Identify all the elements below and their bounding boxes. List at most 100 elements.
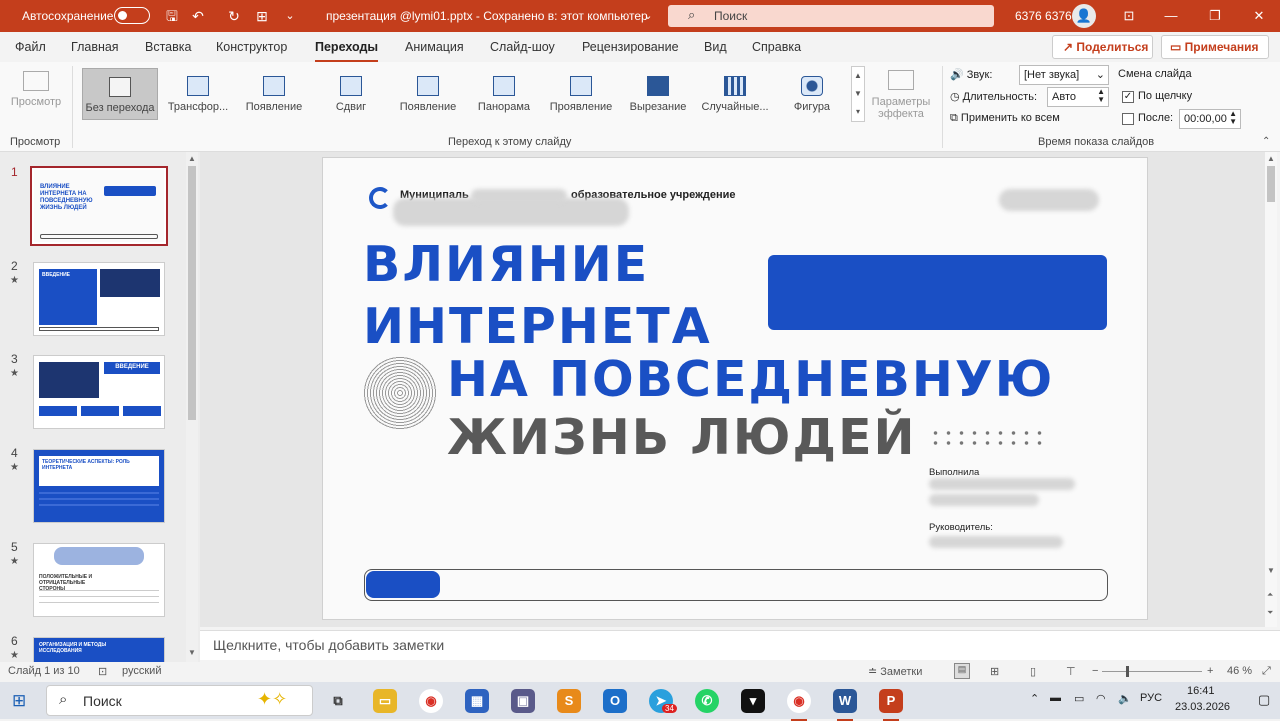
scroll-down-icon[interactable]: ▼ <box>1267 566 1275 575</box>
current-slide[interactable]: Муниципаль образовательное учреждение ВЛ… <box>322 157 1148 620</box>
outlook-icon[interactable]: O <box>603 689 627 713</box>
slide-thumbnail-2[interactable]: ВВЕДЕНИЕ <box>33 262 165 336</box>
undo-icon[interactable]: ↶ <box>188 6 208 26</box>
transition-random-bars[interactable]: Случайные... <box>697 68 773 120</box>
gallery-scrollbar[interactable]: ▲ ▼ ▾ <box>851 66 865 122</box>
word-icon[interactable]: W <box>833 689 857 721</box>
tab-review[interactable]: Рецензирование <box>582 40 679 54</box>
accessibility-icon[interactable]: ⊡ <box>98 665 107 678</box>
thumbnails-scrollbar[interactable]: ▲ ▼ <box>186 152 198 662</box>
transition-pan[interactable]: Панорама <box>466 68 542 120</box>
speaker-notes-field[interactable]: Щелкните, чтобы добавить заметки <box>200 630 1280 660</box>
transition-reveal[interactable]: Проявление <box>543 68 619 120</box>
on-click-checkbox[interactable]: ✓ <box>1122 91 1134 103</box>
chrome-profile-icon[interactable]: ◉ <box>787 689 811 721</box>
tab-insert[interactable]: Вставка <box>145 40 191 54</box>
tab-help[interactable]: Справка <box>752 40 801 54</box>
zoom-slider[interactable] <box>1102 671 1202 672</box>
sound-dropdown[interactable]: [Нет звука] ⌄ <box>1019 65 1109 85</box>
slide-thumbnail-1[interactable]: ВЛИЯНИЕ ИНТЕРНЕТА НА ПОВСЕДНЕВНУЮ ЖИЗНЬ … <box>30 166 168 246</box>
input-language[interactable]: РУС <box>1140 692 1162 704</box>
whatsapp-icon[interactable]: ✆ <box>695 689 719 713</box>
transition-shape[interactable]: Фигура <box>774 68 850 120</box>
slide-thumbnail-5[interactable]: ПОЛОЖИТЕЛЬНЫЕ И ОТРИЦАТЕЛЬНЫЕ СТОРОНЫ <box>33 543 165 617</box>
redo-icon[interactable]: ↻ <box>224 6 244 26</box>
scroll-up-icon[interactable]: ▲ <box>188 154 196 163</box>
tab-slideshow[interactable]: Слайд-шоу <box>490 40 555 54</box>
language-indicator[interactable]: русский <box>122 665 161 677</box>
autosave-toggle[interactable] <box>114 7 150 24</box>
user-name[interactable]: 6376 6376 <box>1015 9 1072 23</box>
effect-options-button[interactable]: Параметры эффекта <box>868 68 934 120</box>
zoom-slider-thumb[interactable] <box>1126 666 1129 677</box>
close-button[interactable]: ✕ <box>1248 6 1270 26</box>
scroll-thumb[interactable] <box>1267 166 1275 202</box>
duration-field[interactable]: Авто ▲ ▼ <box>1047 87 1109 107</box>
slide-sorter-icon[interactable]: ⊞ <box>990 665 999 678</box>
tab-design[interactable]: Конструктор <box>216 40 287 54</box>
next-slide-icon[interactable]: ⏷ <box>1267 608 1273 618</box>
tray-arrow-icon[interactable]: ⌃ <box>1030 692 1039 705</box>
collapse-ribbon-icon[interactable]: ⌃ <box>1262 136 1270 147</box>
after-checkbox[interactable] <box>1122 113 1134 125</box>
chrome-icon[interactable]: ◉ <box>419 689 443 713</box>
slide-thumbnail-3[interactable]: ВВЕДЕНИЕ <box>33 355 165 429</box>
minimize-button[interactable]: — <box>1160 6 1182 26</box>
scroll-up-icon[interactable]: ▲ <box>1267 154 1275 163</box>
app-icon[interactable]: ▾ <box>741 689 765 713</box>
maximize-button[interactable]: ❐ <box>1204 6 1226 26</box>
previous-slide-icon[interactable]: ⏶ <box>1267 590 1273 600</box>
clock-time[interactable]: 16:41 <box>1187 685 1215 697</box>
chevron-down-icon[interactable]: ⌄ <box>638 6 658 26</box>
taskbar-search[interactable]: ⌕ Поиск ✦✧ <box>46 685 313 716</box>
share-button[interactable]: ↗ Поделиться <box>1052 35 1153 59</box>
slideshow-icon[interactable]: ⊤ <box>1066 665 1076 678</box>
preview-button[interactable]: Просмотр <box>10 68 62 108</box>
normal-view-icon[interactable]: ▤ <box>954 663 970 679</box>
reading-view-icon[interactable]: ▯ <box>1030 665 1036 678</box>
sublime-icon[interactable]: S <box>557 689 581 713</box>
file-explorer-icon[interactable]: ▭ <box>373 689 397 713</box>
notes-toggle[interactable]: ≐ Заметки <box>868 665 922 678</box>
fit-slide-icon[interactable]: ⤢ <box>1262 665 1271 678</box>
tab-home[interactable]: Главная <box>71 40 119 54</box>
task-view-icon[interactable]: ⧉ <box>326 689 350 713</box>
app-icon[interactable]: ▣ <box>511 689 535 713</box>
save-icon[interactable]: 🖫 <box>162 6 182 26</box>
customize-icon[interactable]: ⌄ <box>280 6 300 26</box>
canvas-scrollbar[interactable]: ▲ ▼ ⏶ ⏷ <box>1265 152 1277 627</box>
transition-morph[interactable]: Трансфор... <box>160 68 236 120</box>
search-box[interactable]: ⌕ Поиск <box>668 5 994 27</box>
present-icon[interactable]: ⊞ <box>252 6 272 26</box>
ribbon-display-icon[interactable]: ⊡ <box>1118 6 1140 26</box>
tab-animations[interactable]: Анимация <box>405 40 464 54</box>
volume-icon[interactable]: 🔈 <box>1118 692 1132 705</box>
powerpoint-icon[interactable]: P <box>879 689 903 721</box>
transition-none[interactable]: Без перехода <box>82 68 158 120</box>
windows-start-icon[interactable]: ⊞ <box>12 691 26 711</box>
apply-all-button[interactable]: ⧉ Применить ко всем <box>950 112 1060 125</box>
tab-file[interactable]: Файл <box>15 40 46 54</box>
transition-wipe[interactable]: Появление <box>390 68 466 120</box>
transition-fade[interactable]: Появление <box>236 68 312 120</box>
battery-icon[interactable]: ▭ <box>1074 692 1084 705</box>
transition-push[interactable]: Сдвиг <box>313 68 389 120</box>
slide-thumbnail-6[interactable]: ОРГАНИЗАЦИЯ И МЕТОДЫ ИССЛЕДОВАНИЯ <box>33 637 165 662</box>
tab-view[interactable]: Вид <box>704 40 727 54</box>
slide-thumbnail-4[interactable]: ТЕОРЕТИЧЕСКИЕ АСПЕКТЫ: РОЛЬ ИНТЕРНЕТА <box>33 449 165 523</box>
tray-app-icon[interactable]: ▬ <box>1050 692 1061 704</box>
scroll-down-icon[interactable]: ▼ <box>188 648 196 657</box>
zoom-out-icon[interactable]: − <box>1092 665 1098 677</box>
clock-date[interactable]: 23.03.2026 <box>1175 701 1230 713</box>
after-time-field[interactable]: 00:00,00 ▲ ▼ <box>1179 109 1241 129</box>
avatar[interactable]: 👤 <box>1072 4 1096 28</box>
zoom-in-icon[interactable]: + <box>1207 665 1213 677</box>
wifi-icon[interactable]: ◠ <box>1096 692 1106 705</box>
zoom-level[interactable]: 46 % <box>1227 665 1252 677</box>
tab-transitions[interactable]: Переходы <box>315 40 379 63</box>
comments-button[interactable]: ▭ Примечания <box>1161 35 1269 59</box>
transition-cut[interactable]: Вырезание <box>620 68 696 120</box>
notifications-icon[interactable]: ▢ <box>1258 692 1270 708</box>
store-icon[interactable]: ▦ <box>465 689 489 713</box>
scroll-thumb[interactable] <box>188 166 196 420</box>
